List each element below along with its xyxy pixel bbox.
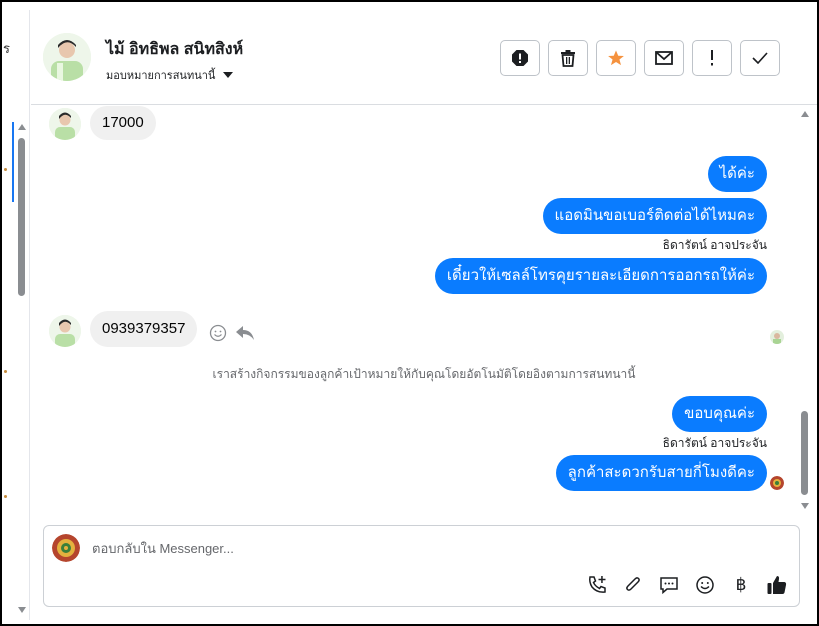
report-spam-button[interactable] bbox=[500, 40, 540, 76]
reply-input[interactable] bbox=[92, 538, 572, 558]
reply-arrow-icon[interactable] bbox=[235, 325, 255, 346]
contact-avatar-small bbox=[49, 315, 81, 347]
outgoing-message[interactable]: ได้ค่ะ bbox=[707, 156, 767, 192]
check-icon bbox=[752, 52, 768, 64]
outgoing-message[interactable]: แอดมินขอเบอร์ติดต่อได้ไหมคะ bbox=[542, 198, 767, 234]
star-icon bbox=[607, 49, 625, 67]
composer-tools: ฿ bbox=[585, 573, 789, 597]
sender-name: ธิดารัตน์ อาจประจัน bbox=[662, 238, 767, 252]
incoming-message[interactable]: 0939379357 bbox=[90, 311, 198, 347]
star-button[interactable] bbox=[596, 40, 636, 76]
unread-dot bbox=[4, 495, 7, 498]
mail-icon bbox=[655, 51, 673, 65]
outgoing-message[interactable]: ลูกค้าสะดวกรับสายกี่โมงดีคะ bbox=[555, 455, 767, 491]
seen-avatar bbox=[770, 330, 784, 344]
unread-dot bbox=[4, 168, 7, 171]
left-scroll-down-arrow[interactable] bbox=[18, 607, 26, 613]
saved-reply-icon[interactable] bbox=[657, 573, 681, 597]
message-thread[interactable]: 17000 ได้ค่ะ แอดมินขอเบอร์ติดต่อได้ไหมคะ… bbox=[31, 106, 817, 518]
unread-dot bbox=[4, 370, 7, 373]
sender-name: ธิดารัตน์ อาจประจัน bbox=[662, 436, 767, 450]
conversation-list-cut-text: ร bbox=[3, 41, 10, 56]
contact-avatar[interactable] bbox=[43, 33, 91, 81]
system-note: เราสร้างกิจกรรมของลูกค้าเป้าหมายให้กับคุ… bbox=[212, 367, 636, 381]
left-scrollbar-thumb[interactable] bbox=[18, 138, 25, 296]
chevron-down-icon bbox=[223, 72, 234, 78]
selected-indicator bbox=[12, 122, 14, 202]
exclamation-icon bbox=[709, 50, 715, 66]
call-add-icon[interactable] bbox=[585, 573, 609, 597]
delete-button[interactable] bbox=[548, 40, 588, 76]
scroll-up-arrow[interactable] bbox=[801, 111, 809, 117]
contact-name: ไม้ อิทธิพล สนิทสิงห์ bbox=[106, 41, 244, 58]
report-icon bbox=[511, 49, 529, 67]
thumbs-up-icon[interactable] bbox=[765, 573, 789, 597]
emoji-icon[interactable] bbox=[693, 573, 717, 597]
conversation-list-panel: ร bbox=[2, 10, 30, 620]
page-avatar bbox=[52, 534, 80, 562]
thread-scrollbar-thumb[interactable] bbox=[801, 411, 808, 495]
mark-unread-button[interactable] bbox=[644, 40, 684, 76]
react-emoji-icon[interactable] bbox=[209, 324, 227, 347]
thread-scrollbar[interactable] bbox=[799, 106, 811, 518]
follow-up-button[interactable] bbox=[692, 40, 732, 76]
scroll-down-arrow[interactable] bbox=[801, 503, 809, 509]
contact-avatar-small bbox=[49, 108, 81, 140]
header-toolbar bbox=[500, 40, 780, 76]
outgoing-message[interactable]: เดี๋ยวให้เซลล์โทรคุยรายละเอียดการออกรถให… bbox=[434, 258, 767, 294]
outgoing-message[interactable]: ขอบคุณค่ะ bbox=[672, 396, 767, 432]
conversation-header: ไม้ อิทธิพล สนิทสิงห์ มอบหมายการสนทนานี้ bbox=[31, 10, 817, 105]
baht-icon[interactable]: ฿ bbox=[729, 573, 753, 597]
assign-label: มอบหมายการสนทนานี้ bbox=[106, 70, 216, 82]
incoming-message[interactable]: 17000 bbox=[90, 106, 156, 140]
mark-done-button[interactable] bbox=[740, 40, 780, 76]
reply-composer: ฿ bbox=[43, 525, 800, 607]
assign-conversation-dropdown[interactable]: มอบหมายการสนทนานี้ bbox=[106, 66, 234, 84]
left-scroll-up-arrow[interactable] bbox=[18, 124, 26, 130]
trash-icon bbox=[560, 49, 576, 67]
page-seen-avatar bbox=[770, 476, 784, 490]
attachment-icon[interactable] bbox=[621, 573, 645, 597]
message-actions bbox=[209, 324, 255, 347]
